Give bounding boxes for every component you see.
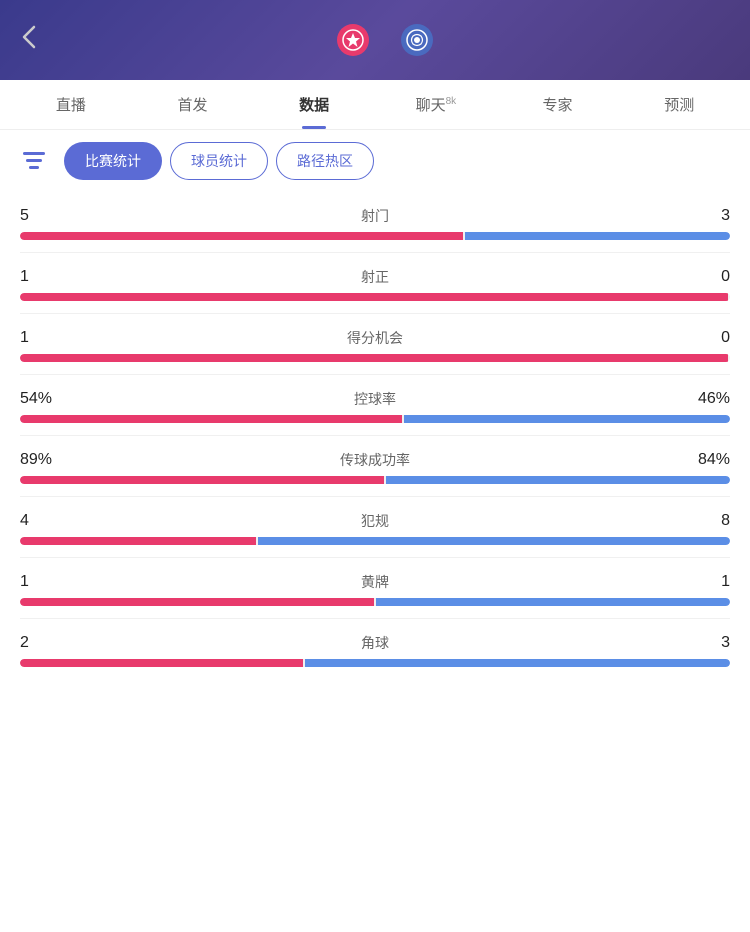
stat-tab-match[interactable]: 比赛统计 <box>64 142 162 180</box>
stat-label: 传球成功率 <box>340 450 410 470</box>
stat-bar <box>20 537 730 545</box>
tab-data[interactable]: 数据 <box>253 80 375 129</box>
stat-row: 89% 传球成功率 84% <box>20 436 730 497</box>
away-team-logo <box>401 24 433 56</box>
filter-icon[interactable] <box>16 143 52 179</box>
stat-left-value: 5 <box>20 207 70 225</box>
stat-label: 角球 <box>361 633 389 653</box>
bar-right <box>305 659 730 667</box>
stat-right-value: 0 <box>680 329 730 347</box>
bar-left <box>20 415 402 423</box>
bar-left <box>20 598 374 606</box>
stat-bar <box>20 354 730 362</box>
stat-label: 控球率 <box>354 389 396 409</box>
stat-tabs: 比赛统计 球员统计 路径热区 <box>64 142 374 180</box>
tab-expert[interactable]: 专家 <box>497 80 619 129</box>
bar-right <box>404 415 730 423</box>
stat-subheader: 比赛统计 球员统计 路径热区 <box>0 130 750 192</box>
stat-bar <box>20 415 730 423</box>
bar-right <box>376 598 730 606</box>
stat-left-value: 1 <box>20 329 70 347</box>
stat-row: 1 射正 0 <box>20 253 730 314</box>
stat-tab-heatmap[interactable]: 路径热区 <box>276 142 374 180</box>
stat-row: 54% 控球率 46% <box>20 375 730 436</box>
bar-left <box>20 537 256 545</box>
stat-bar <box>20 293 730 301</box>
stat-bar <box>20 232 730 240</box>
stat-row: 2 角球 3 <box>20 619 730 679</box>
stat-right-value: 3 <box>680 207 730 225</box>
stat-row: 1 得分机会 0 <box>20 314 730 375</box>
tab-live[interactable]: 直播 <box>10 80 132 129</box>
bar-right <box>258 537 730 545</box>
stat-label: 犯规 <box>361 511 389 531</box>
back-button[interactable] <box>20 23 40 57</box>
bar-left <box>20 476 384 484</box>
stat-right-value: 1 <box>680 573 730 591</box>
stat-right-value: 3 <box>680 634 730 652</box>
match-header <box>0 0 750 80</box>
bar-left <box>20 354 728 362</box>
stat-label: 得分机会 <box>347 328 403 348</box>
bar-right <box>465 232 731 240</box>
stat-row: 4 犯规 8 <box>20 497 730 558</box>
stat-bar <box>20 598 730 606</box>
stat-left-value: 2 <box>20 634 70 652</box>
stat-label: 射门 <box>361 206 389 226</box>
stat-row: 1 黄牌 1 <box>20 558 730 619</box>
stat-right-value: 46% <box>680 390 730 408</box>
bar-left <box>20 659 303 667</box>
stat-label: 黄牌 <box>361 572 389 592</box>
stat-right-value: 8 <box>680 512 730 530</box>
tab-chat[interactable]: 聊天8k <box>375 80 497 129</box>
stat-label: 射正 <box>361 267 389 287</box>
stat-left-value: 1 <box>20 268 70 286</box>
bar-right <box>386 476 730 484</box>
stat-left-value: 4 <box>20 512 70 530</box>
nav-tabs: 直播 首发 数据 聊天8k 专家 预测 <box>0 80 750 130</box>
stat-right-value: 0 <box>680 268 730 286</box>
stat-left-value: 1 <box>20 573 70 591</box>
bar-left <box>20 232 463 240</box>
home-team-logo <box>337 24 369 56</box>
stat-bar <box>20 659 730 667</box>
stat-right-value: 84% <box>680 451 730 469</box>
stat-left-value: 89% <box>20 451 70 469</box>
stat-left-value: 54% <box>20 390 70 408</box>
stat-row: 5 射门 3 <box>20 192 730 253</box>
stat-bar <box>20 476 730 484</box>
stats-content: 5 射门 3 1 射正 0 1 得分机会 0 54% 控球 <box>0 192 750 932</box>
match-info <box>327 24 443 56</box>
tab-lineup[interactable]: 首发 <box>132 80 254 129</box>
bar-left <box>20 293 728 301</box>
chat-badge: 8k <box>446 96 457 107</box>
tab-predict[interactable]: 预测 <box>618 80 740 129</box>
stat-tab-player[interactable]: 球员统计 <box>170 142 268 180</box>
